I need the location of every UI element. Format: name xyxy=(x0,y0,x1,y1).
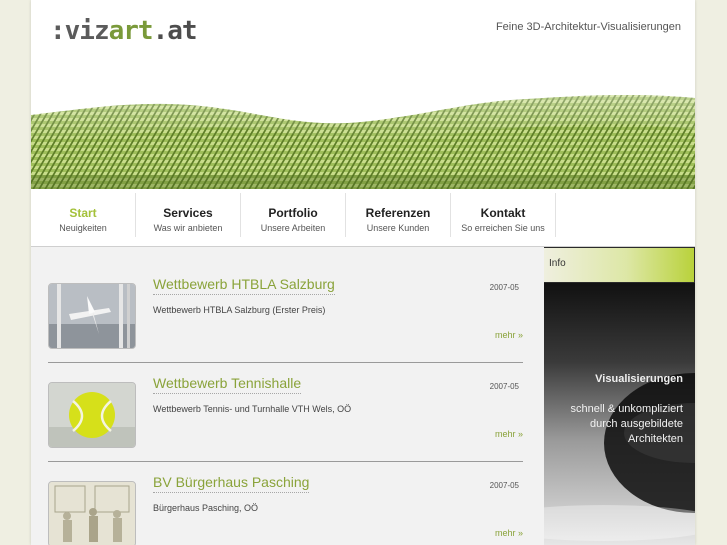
news-thumbnail-image[interactable] xyxy=(48,283,136,349)
nav-item-start[interactable]: Start Neuigkeiten xyxy=(31,193,136,237)
news-date: 2007-05 xyxy=(489,283,519,292)
sidebar-title: Visualisierungen xyxy=(595,373,683,385)
header-banner-image xyxy=(31,70,695,189)
nav-label: Portfolio xyxy=(268,206,318,220)
nav-item-kontakt[interactable]: Kontakt So erreichen Sie uns xyxy=(451,193,556,237)
site-tagline: Feine 3D-Architektur-Visualisierungen xyxy=(495,21,681,33)
news-title-link[interactable]: Wettbewerb Tennishalle xyxy=(153,375,302,394)
news-thumbnail-image[interactable] xyxy=(48,382,136,448)
sidebar-text: schnell & unkompliziert durch ausgebilde… xyxy=(570,403,684,445)
sidebar-visual: Visualisierungen schnell & unkompliziert… xyxy=(544,283,695,545)
news-title-link[interactable]: Wettbewerb HTBLA Salzburg xyxy=(153,276,335,295)
nav-item-services[interactable]: Services Was wir anbieten xyxy=(136,193,241,237)
nav-sublabel: Unsere Arbeiten xyxy=(260,223,326,233)
logo-part-art: art xyxy=(108,16,154,46)
news-title-link[interactable]: BV Bürgerhaus Pasching xyxy=(153,474,310,493)
nav-sublabel: Neuigkeiten xyxy=(59,223,107,233)
page: :vizart.at Feine 3D-Architektur-Visualis… xyxy=(31,0,695,545)
nav-label: Kontakt xyxy=(480,206,526,220)
nav-sublabel: So erreichen Sie uns xyxy=(461,223,545,233)
news-date: 2007-05 xyxy=(489,481,519,490)
news-description: Wettbewerb HTBLA Salzburg (Erster Preis) xyxy=(153,305,326,315)
news-separator xyxy=(48,461,523,462)
info-sidebar: Info Visualisierungen schnell & unkompli… xyxy=(544,247,695,545)
nav-label: Services xyxy=(163,206,213,220)
nav-sublabel: Was wir anbieten xyxy=(153,223,223,233)
airplane-model-thumbnail xyxy=(49,284,135,348)
news-description: Wettbewerb Tennis- und Turnhalle VTH Wel… xyxy=(153,404,352,414)
vizart-logo[interactable]: :vizart.at xyxy=(50,16,198,46)
people-sketch-thumbnail xyxy=(49,482,135,545)
news-date: 2007-05 xyxy=(489,382,519,391)
news-separator xyxy=(48,362,523,363)
read-more-link[interactable]: mehr » xyxy=(495,429,523,439)
info-heading: Info xyxy=(549,258,566,269)
news-description: Bürgerhaus Pasching, OÖ xyxy=(153,503,259,513)
logo-part-viz: :viz xyxy=(50,16,110,46)
read-more-link[interactable]: mehr » xyxy=(495,528,523,538)
read-more-link[interactable]: mehr » xyxy=(495,330,523,340)
nav-label: Start xyxy=(69,206,97,220)
nav-item-referenzen[interactable]: Referenzen Unsere Kunden xyxy=(346,193,451,237)
tennis-ball-thumbnail xyxy=(49,383,135,447)
news-thumbnail-image[interactable] xyxy=(48,481,136,545)
nav-item-portfolio[interactable]: Portfolio Unsere Arbeiten xyxy=(241,193,346,237)
nav-label: Referenzen xyxy=(365,206,431,220)
news-list: Wettbewerb HTBLA Salzburg 2007-05 Wettbe… xyxy=(31,247,544,545)
nav-sublabel: Unsere Kunden xyxy=(366,223,430,233)
main-navigation: Start Neuigkeiten Services Was wir anbie… xyxy=(31,193,695,247)
logo-part-tld: .at xyxy=(152,16,198,46)
green-blocks-landscape-image xyxy=(31,94,695,189)
info-header: Info xyxy=(544,248,694,282)
